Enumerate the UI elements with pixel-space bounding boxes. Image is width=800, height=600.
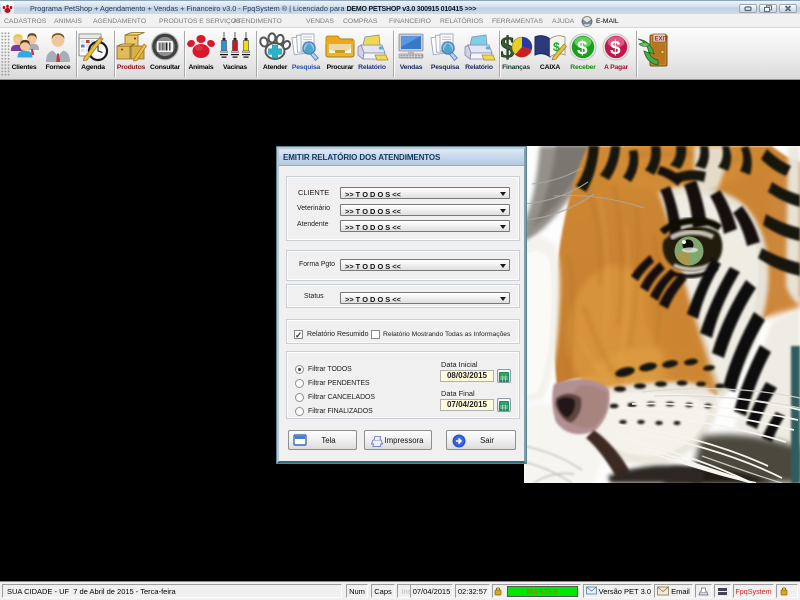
svg-text:$: $ xyxy=(577,38,588,59)
svg-text:$: $ xyxy=(610,38,621,59)
svg-text:EXIT: EXIT xyxy=(655,37,669,43)
